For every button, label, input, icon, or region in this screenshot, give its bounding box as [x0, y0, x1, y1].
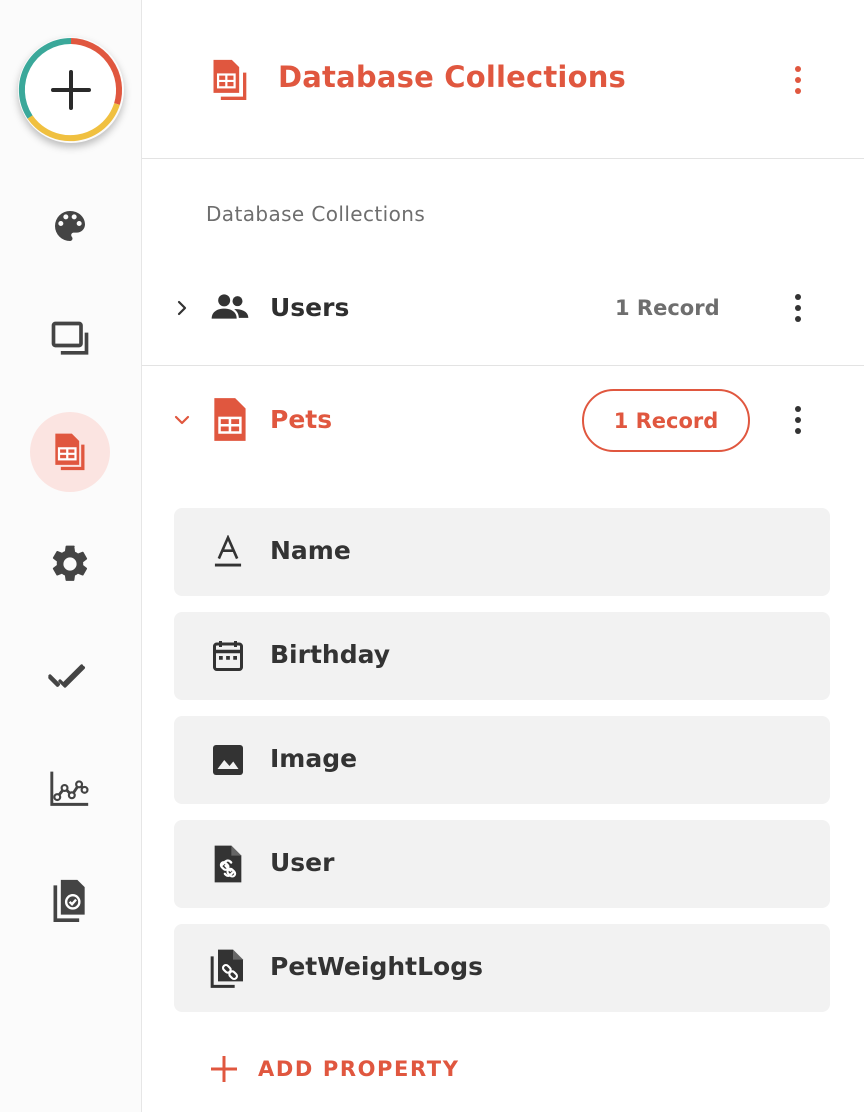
publish-button[interactable]: [30, 860, 110, 940]
record-count: 1 Record: [615, 296, 720, 320]
chevron-down-icon[interactable]: [172, 410, 192, 430]
people-icon: [211, 294, 249, 319]
users-more-menu-button[interactable]: [783, 288, 813, 328]
property-row-petweightlogs[interactable]: PetWeightLogs: [174, 924, 830, 1012]
plus-icon: [18, 37, 122, 142]
palette-icon: [55, 211, 85, 241]
property-row-birthday[interactable]: Birthday: [174, 612, 830, 700]
collection-row-pets[interactable]: Pets 1 Record: [142, 366, 864, 476]
add-property-label: ADD PROPERTY: [258, 1057, 460, 1081]
collection-name: Users: [270, 293, 350, 322]
calendar-icon: [208, 636, 248, 676]
image-icon: [208, 740, 248, 780]
text-type-icon: [208, 532, 248, 572]
property-label: PetWeightLogs: [270, 952, 483, 981]
property-row-name[interactable]: Name: [174, 508, 830, 596]
pets-more-menu-button[interactable]: [783, 400, 813, 440]
analytics-button[interactable]: [30, 748, 110, 828]
screens-icon: [51, 321, 89, 355]
property-row-image[interactable]: Image: [174, 716, 830, 804]
table-file-icon: [214, 398, 246, 441]
plus-icon: [211, 1056, 237, 1082]
checks-button[interactable]: [30, 636, 110, 716]
header-more-menu-button[interactable]: [783, 60, 813, 100]
files-link-icon: [208, 948, 248, 988]
collection-name: Pets: [270, 405, 333, 434]
section-label: Database Collections: [206, 202, 426, 226]
file-link-icon: [208, 844, 248, 884]
sidebar-rail: [0, 0, 142, 1112]
property-label: User: [270, 848, 335, 877]
collection-row-users[interactable]: Users 1 Record: [142, 262, 864, 366]
property-label: Birthday: [270, 640, 390, 669]
screens-button[interactable]: [30, 300, 110, 380]
main-panel: Database Collections Database Collection…: [142, 0, 864, 1112]
theme-palette-button[interactable]: [30, 186, 110, 266]
property-label: Image: [270, 744, 358, 773]
chevron-right-icon[interactable]: [172, 298, 192, 318]
double-check-icon: [48, 664, 86, 688]
file-check-icon: [53, 879, 85, 922]
add-property-button[interactable]: ADD PROPERTY: [208, 1052, 460, 1086]
line-chart-icon: [50, 771, 89, 806]
database-button[interactable]: [30, 412, 110, 492]
table-file-icon: [213, 59, 247, 100]
record-count-button[interactable]: 1 Record: [582, 389, 750, 452]
page-title: Database Collections: [278, 60, 627, 94]
settings-button[interactable]: [30, 524, 110, 604]
property-label: Name: [270, 536, 351, 565]
table-file-icon: [55, 433, 85, 471]
property-row-user[interactable]: User: [174, 820, 830, 908]
create-new-button[interactable]: [18, 37, 124, 143]
gear-icon: [52, 545, 88, 581]
page-header: Database Collections: [142, 0, 864, 159]
